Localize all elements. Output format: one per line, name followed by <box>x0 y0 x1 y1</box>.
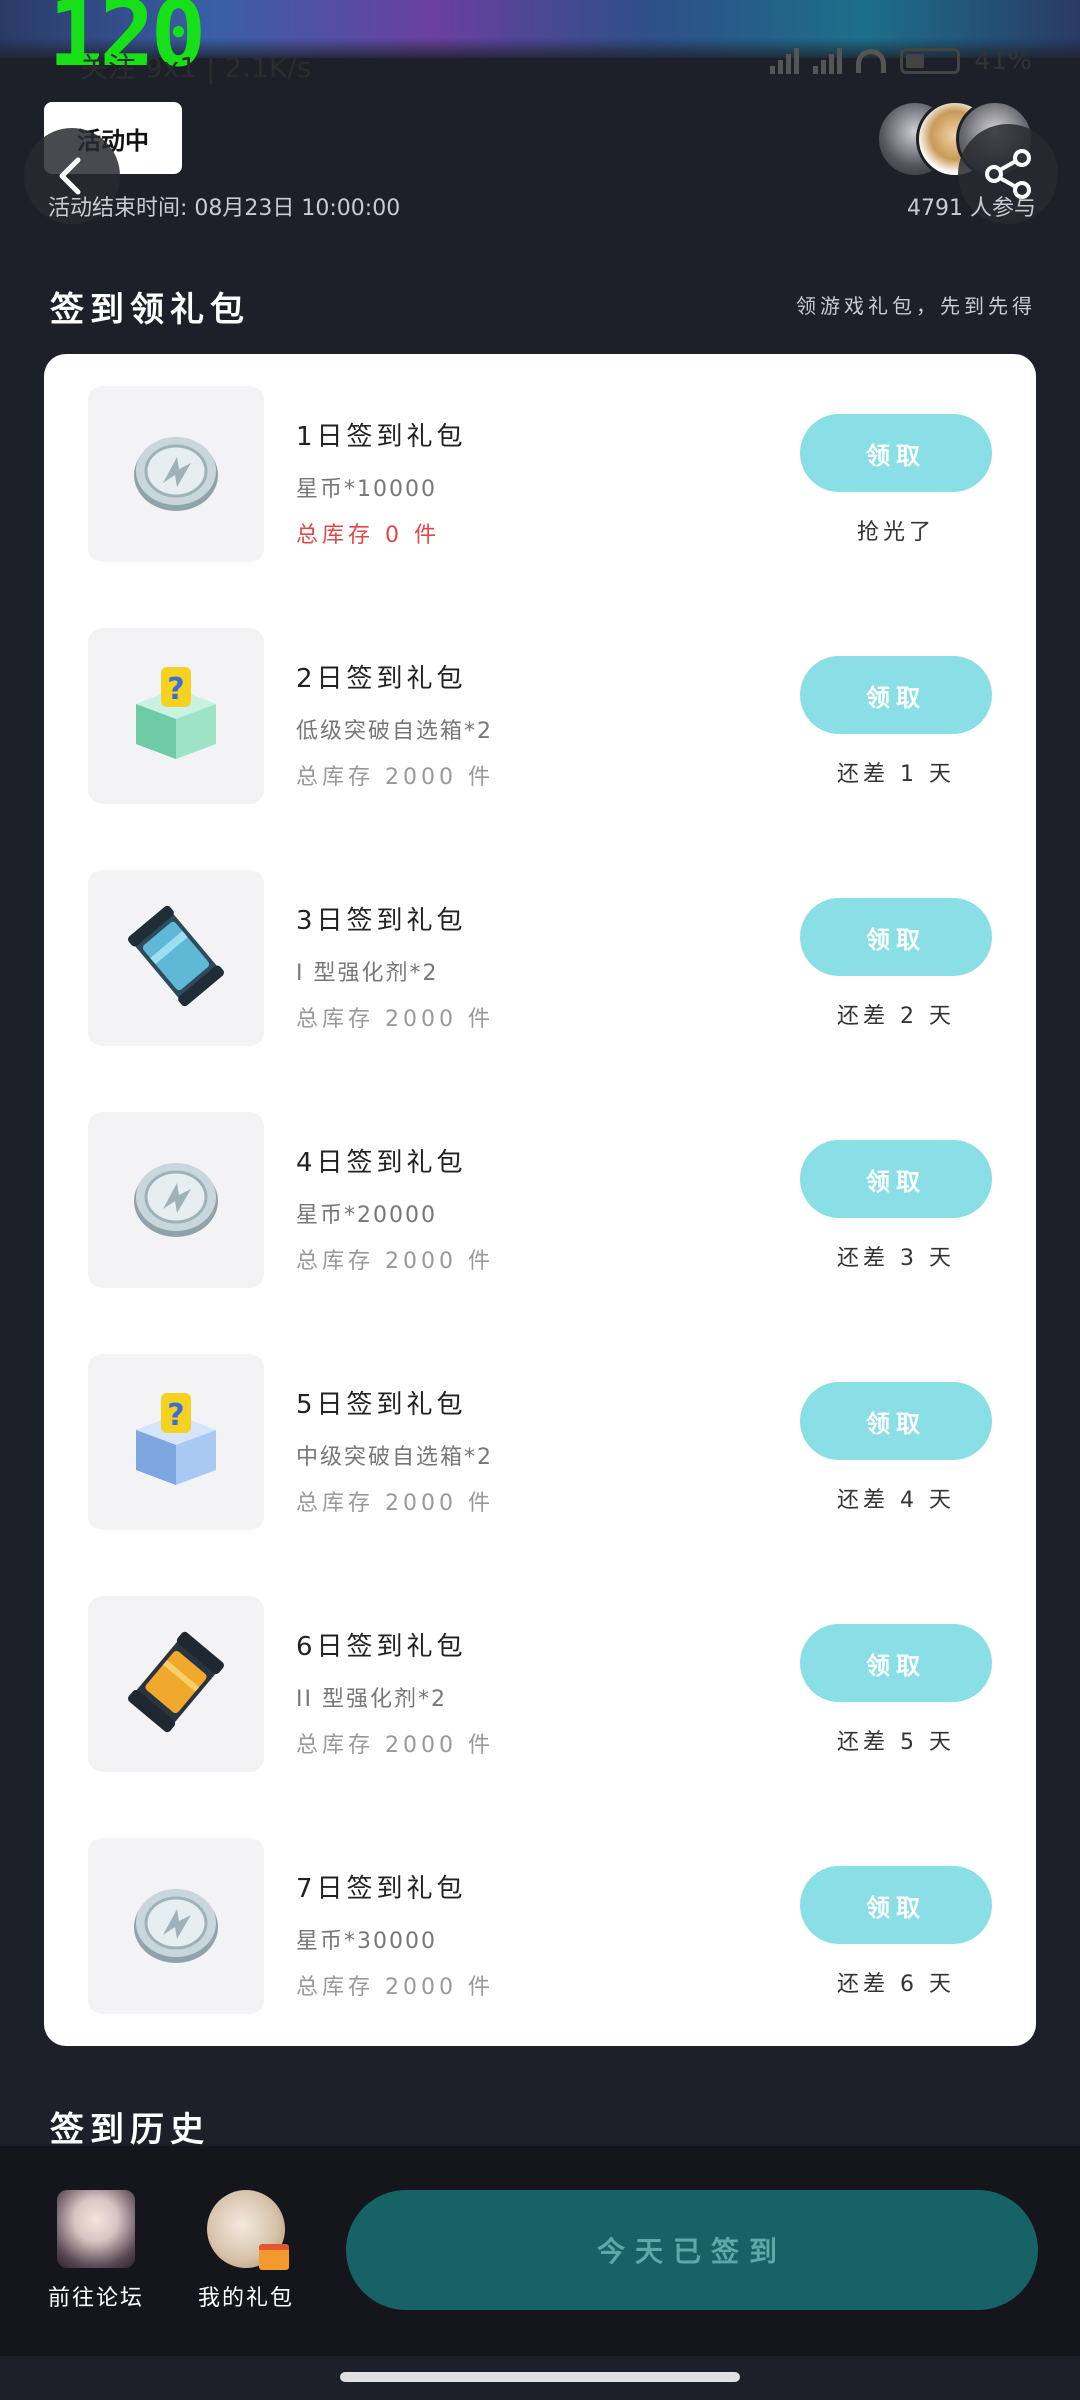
gift-reward: 低级突破自选箱*2 <box>296 719 493 744</box>
orange-canister-icon <box>121 1627 231 1741</box>
green-mystery-box-icon: ? <box>121 659 231 773</box>
claim-status: 还差 3 天 <box>837 1246 955 1271</box>
battery-icon <box>900 48 961 74</box>
claim-status: 还差 4 天 <box>837 1488 955 1513</box>
signal-icon <box>813 48 843 74</box>
section-subtitle-signin: 领游戏礼包，先到先得 <box>796 294 1036 318</box>
claim-button[interactable]: 领取 <box>800 414 992 492</box>
gift-thumbnail <box>88 386 264 562</box>
gift-row: ? 5日签到礼包 中级突破自选箱*2 总库存 2000 件 领取 还差 4 天 <box>44 1354 1036 1554</box>
claim-button[interactable]: 领取 <box>800 1624 992 1702</box>
gift-row: 6日签到礼包 II 型强化剂*2 总库存 2000 件 领取 还差 5 天 <box>44 1596 1036 1796</box>
gift-name: 5日签到礼包 <box>296 1390 467 1420</box>
gift-reward: I 型强化剂*2 <box>296 961 439 986</box>
claim-button[interactable]: 领取 <box>800 656 992 734</box>
gift-thumbnail: ? <box>88 1354 264 1530</box>
section-title-history: 签到历史 <box>50 2110 210 2150</box>
activity-end-time: 活动结束时间: 08月23日 10:00:00 <box>48 196 401 221</box>
gift-reward: 星币*10000 <box>296 477 437 502</box>
gift-row: 1日签到礼包 星币*10000 总库存 0 件 领取 抢光了 <box>44 386 1036 586</box>
gift-stock: 总库存 2000 件 <box>296 765 494 790</box>
gift-name: 6日签到礼包 <box>296 1632 467 1662</box>
silver-coin-icon <box>121 1869 231 1983</box>
gift-name: 3日签到礼包 <box>296 906 467 936</box>
section-title-signin: 签到领礼包 <box>50 290 250 330</box>
gift-row: 3日签到礼包 I 型强化剂*2 总库存 2000 件 领取 还差 2 天 <box>44 870 1036 1070</box>
status-bar-right: 41% <box>770 46 1032 76</box>
gift-row: 4日签到礼包 星币*20000 总库存 2000 件 领取 还差 3 天 <box>44 1112 1036 1312</box>
gift-stock: 总库存 2000 件 <box>296 1733 494 1758</box>
gift-stock: 总库存 0 件 <box>296 523 440 548</box>
home-indicator <box>340 2372 740 2382</box>
gift-thumbnail: ? <box>88 628 264 804</box>
gift-thumbnail <box>88 1596 264 1772</box>
gift-reward: II 型强化剂*2 <box>296 1687 447 1712</box>
claim-button[interactable]: 领取 <box>800 1866 992 1944</box>
claim-status: 还差 6 天 <box>837 1972 955 1997</box>
gift-row: ? 2日签到礼包 低级突破自选箱*2 总库存 2000 件 领取 还差 1 天 <box>44 628 1036 828</box>
gift-reward: 星币*30000 <box>296 1929 437 1954</box>
my-gifts-label: 我的礼包 <box>197 2286 294 2311</box>
gift-stock: 总库存 2000 件 <box>296 1491 494 1516</box>
gift-reward: 星币*20000 <box>296 1203 437 1228</box>
wifi-icon <box>856 49 887 73</box>
gift-stock: 总库存 2000 件 <box>296 1975 494 2000</box>
gift-stock: 总库存 2000 件 <box>296 1249 494 1274</box>
gift-thumbnail <box>88 870 264 1046</box>
claim-status: 还差 5 天 <box>837 1730 955 1755</box>
claim-button[interactable]: 领取 <box>800 1140 992 1218</box>
blue-canister-icon <box>121 901 231 1015</box>
claim-status: 还差 2 天 <box>837 1004 955 1029</box>
claim-status: 抢光了 <box>856 520 935 545</box>
gift-thumbnail <box>88 1112 264 1288</box>
bottom-action-bar: 前往论坛 我的礼包 今天已签到 <box>0 2146 1080 2356</box>
claim-button[interactable]: 领取 <box>800 1382 992 1460</box>
participant-count: 4791 人参与 <box>907 196 1036 221</box>
gift-list-card: 1日签到礼包 星币*10000 总库存 0 件 领取 抢光了 ? 2日签到礼包 … <box>44 354 1036 2046</box>
forum-avatar-icon <box>57 2190 135 2268</box>
silver-coin-icon <box>121 1143 231 1257</box>
gift-name: 7日签到礼包 <box>296 1874 467 1904</box>
blue-mystery-box-icon: ? <box>121 1385 231 1499</box>
gift-row: 7日签到礼包 星币*30000 总库存 2000 件 领取 还差 6 天 <box>44 1838 1036 2038</box>
svg-text:?: ? <box>167 672 184 707</box>
silver-coin-icon <box>121 417 231 531</box>
signal-icon <box>770 48 800 74</box>
forum-link[interactable]: 前往论坛 <box>36 2190 156 2312</box>
svg-text:?: ? <box>167 1398 184 1433</box>
gift-name: 1日签到礼包 <box>296 422 467 452</box>
gift-thumbnail <box>88 1838 264 2014</box>
status-bar-left: 关注 9x1 | 2.1K/s <box>80 51 312 84</box>
claim-button[interactable]: 领取 <box>800 898 992 976</box>
my-gifts-link[interactable]: 我的礼包 <box>186 2190 306 2312</box>
gift-name: 2日签到礼包 <box>296 664 467 694</box>
claim-status: 还差 1 天 <box>837 762 955 787</box>
gift-cat-icon <box>207 2190 289 2270</box>
forum-label: 前往论坛 <box>47 2286 144 2311</box>
gift-stock: 总库存 2000 件 <box>296 1007 494 1032</box>
gift-reward: 中级突破自选箱*2 <box>296 1445 493 1470</box>
checkin-today-button[interactable]: 今天已签到 <box>346 2190 1038 2310</box>
battery-level: 41% <box>974 46 1032 76</box>
gift-name: 4日签到礼包 <box>296 1148 467 1178</box>
